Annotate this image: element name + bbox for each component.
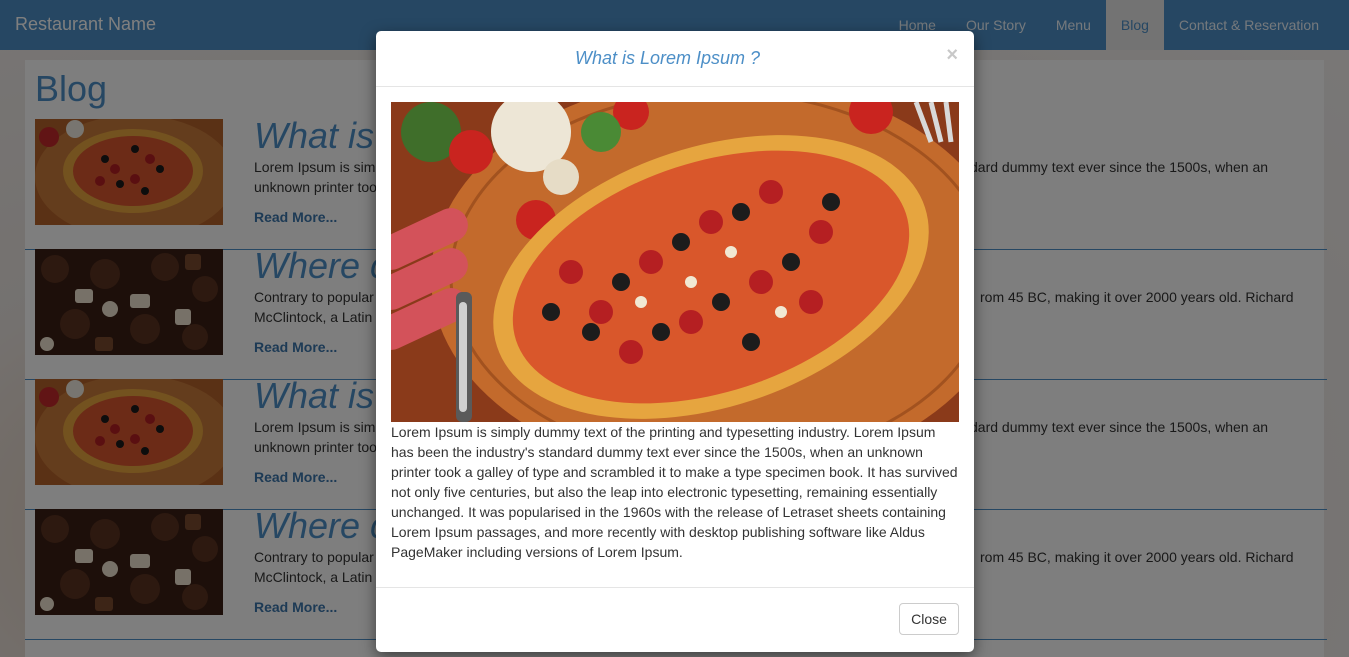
post-modal: What is Lorem Ipsum ? × Lorem Ipsum is s… [376,31,974,652]
close-button[interactable]: Close [899,603,959,635]
modal-title: What is Lorem Ipsum ? [574,48,761,68]
modal-footer: Close [376,587,974,653]
close-icon[interactable]: × [946,44,958,67]
modal-header: What is Lorem Ipsum ? × [376,31,974,87]
modal-body-text: Lorem Ipsum is simply dummy text of the … [391,424,958,560]
pizza-image [391,102,959,422]
